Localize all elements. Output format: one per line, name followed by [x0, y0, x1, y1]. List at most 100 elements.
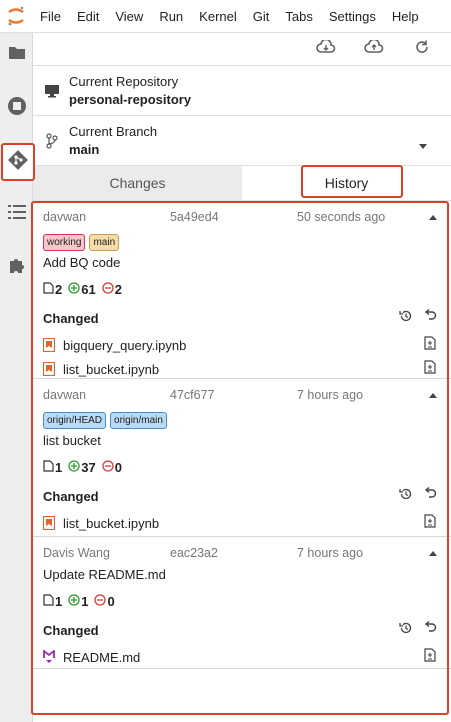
notebook-icon [43, 362, 59, 376]
pull-button[interactable] [311, 37, 341, 61]
activity-bar [0, 33, 35, 722]
refresh-button[interactable] [407, 37, 437, 61]
changed-heading: Changed [43, 310, 99, 326]
undo-icon [423, 308, 437, 328]
menu-run[interactable]: Run [151, 0, 191, 33]
view-diff-button[interactable] [419, 359, 441, 379]
file-name: README.md [63, 649, 141, 665]
menu-git[interactable]: Git [245, 0, 278, 33]
commit-summary: Update README.md [43, 567, 166, 582]
table-of-contents-button[interactable] [0, 196, 33, 232]
notebook-icon [43, 516, 59, 530]
current-branch[interactable]: Current Branch main [33, 116, 451, 166]
commit-entry[interactable]: davwan 5a49ed4 50 seconds ago working ma… [33, 201, 451, 379]
undo-commit-button[interactable] [419, 486, 441, 506]
cloud-upload-icon [364, 38, 384, 59]
revert-to-commit-button[interactable] [395, 309, 417, 327]
revert-to-commit-button[interactable] [395, 487, 417, 505]
undo-icon [423, 486, 437, 506]
git-panel-button[interactable] [1, 143, 35, 181]
file-browser-button[interactable] [0, 37, 33, 73]
commit-author: davwan [43, 210, 87, 224]
git-toolbar [33, 33, 451, 66]
branch-tag: origin/main [110, 412, 167, 429]
menu-kernel[interactable]: Kernel [191, 0, 245, 33]
tab-history[interactable]: History [242, 165, 451, 200]
file-diff-icon [424, 335, 436, 355]
file-diff-icon [424, 513, 436, 533]
minus-circle-icon [102, 281, 115, 297]
commit-entry[interactable]: Davis Wang eac23a2 7 hours ago Update RE… [33, 537, 451, 669]
current-repository[interactable]: Current Repository personal-repository [33, 66, 451, 116]
revert-to-commit-button[interactable] [395, 621, 417, 639]
tab-changes[interactable]: Changes [33, 166, 242, 200]
extension-manager-button[interactable] [0, 249, 33, 285]
file-name: list_bucket.ipynb [63, 515, 160, 531]
caret-down-icon[interactable] [419, 136, 427, 154]
menu-tabs[interactable]: Tabs [277, 0, 320, 33]
view-diff-button[interactable] [419, 335, 441, 355]
caret-up-icon[interactable] [425, 392, 441, 398]
commit-entry[interactable]: davwan 47cf677 7 hours ago origin/HEAD o… [33, 379, 451, 537]
commit-time: 7 hours ago [297, 546, 364, 560]
view-diff-button[interactable] [419, 647, 441, 667]
history-icon [399, 309, 413, 328]
list-icon [7, 204, 26, 224]
plus-circle-icon [68, 459, 81, 475]
push-button[interactable] [359, 37, 389, 61]
branch-name: main [69, 141, 100, 157]
tab-changes-label: Changes [109, 175, 166, 191]
tab-history-label: History [324, 175, 369, 191]
insertions-count: 61 [81, 281, 96, 297]
refresh-icon [415, 40, 429, 59]
menu-help[interactable]: Help [384, 0, 427, 33]
file-icon [43, 281, 55, 297]
menu-settings[interactable]: Settings [321, 0, 384, 33]
changed-file[interactable]: list_bucket.ipynb [43, 357, 441, 381]
menu-file[interactable]: File [32, 0, 69, 33]
caret-up-icon[interactable] [425, 550, 441, 556]
deletions-count: 0 [114, 459, 122, 475]
file-icon [43, 459, 55, 475]
changed-file[interactable]: README.md [43, 645, 441, 669]
desktop-icon [43, 84, 61, 98]
history-icon [399, 487, 413, 506]
file-name: list_bucket.ipynb [63, 361, 160, 377]
history-icon [399, 621, 413, 640]
caret-up-icon[interactable] [425, 214, 441, 220]
deletions-count: 0 [107, 593, 115, 609]
file-diff-icon [424, 359, 436, 379]
repository-name: personal-repository [69, 91, 192, 107]
plus-circle-icon [68, 593, 81, 609]
jupyter-logo-icon [0, 0, 32, 33]
puzzle-icon [8, 256, 26, 279]
folder-icon [8, 45, 26, 65]
branch-tag: working [43, 234, 86, 251]
commit-sha: eac23a2 [170, 546, 218, 560]
branch-label: Current Branch [69, 123, 158, 139]
undo-commit-button[interactable] [419, 620, 441, 639]
plus-circle-icon [68, 281, 81, 297]
undo-commit-button[interactable] [419, 308, 441, 328]
changed-file[interactable]: bigquery_query.ipynb [43, 333, 441, 357]
menu-edit[interactable]: Edit [69, 0, 107, 33]
git-panel: Current Repository personal-repository C… [31, 33, 451, 722]
changed-file[interactable]: list_bucket.ipynb [43, 511, 441, 535]
commit-summary: Add BQ code [43, 255, 121, 270]
file-diff-icon [424, 647, 436, 667]
notebook-icon [43, 338, 59, 352]
minus-circle-icon [102, 459, 115, 475]
commit-sha: 47cf677 [170, 388, 215, 402]
file-name: bigquery_query.ipynb [63, 337, 187, 353]
files-changed-count: 1 [55, 459, 63, 475]
cloud-download-icon [316, 38, 336, 59]
running-sessions-button[interactable] [0, 90, 33, 126]
deletions-count: 2 [114, 281, 122, 297]
view-diff-button[interactable] [419, 513, 441, 533]
branch-tag: main [89, 234, 120, 251]
insertions-count: 37 [81, 459, 96, 475]
commit-sha: 5a49ed4 [170, 210, 219, 224]
changed-heading: Changed [43, 488, 99, 504]
menu-view[interactable]: View [107, 0, 151, 33]
commit-summary: list bucket [43, 433, 101, 448]
